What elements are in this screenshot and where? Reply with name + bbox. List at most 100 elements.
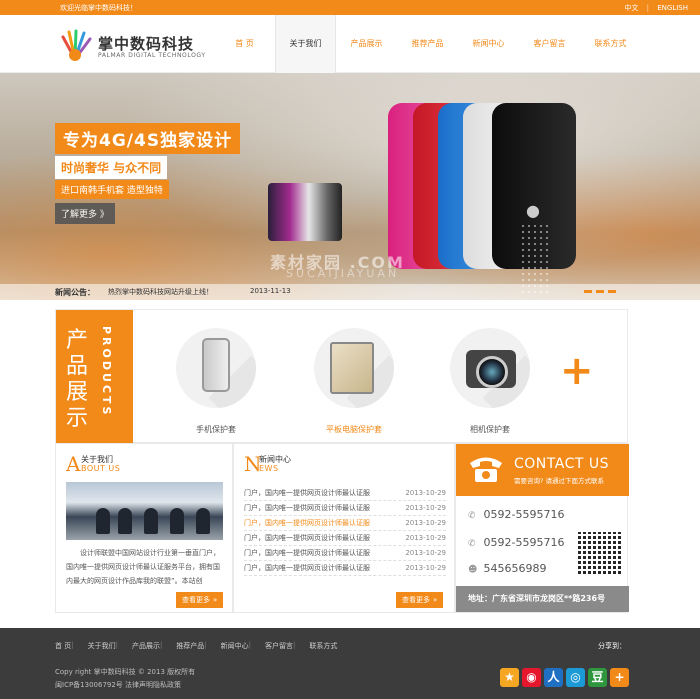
renren-icon[interactable]: 人	[544, 668, 563, 687]
banner-tagline: 进口南韩手机套 造型独特	[55, 180, 169, 199]
nav-about[interactable]: 关于我们	[275, 15, 336, 73]
phone-icon	[202, 338, 230, 392]
product-item[interactable]: 手机保护套	[156, 320, 276, 440]
list-item[interactable]: 门户，国内唯一提供网页设计师最认证服 2013-10-29	[244, 531, 446, 546]
news-title[interactable]: 门户，国内唯一提供网页设计师最认证服	[244, 549, 370, 557]
about-more-button[interactable]: 查看更多»	[176, 592, 224, 608]
main-nav: 首 页 关于我们 产品展示 推荐产品 新闻中心 客户留言 联系方式	[214, 15, 641, 73]
footer-separator: |	[293, 641, 296, 649]
banner-title: 专为4G/4S独家设计	[55, 123, 241, 154]
hero-banner[interactable]: ● 专为4G/4S独家设计 时尚奢华 与众不同 进口南韩手机套 造型独特 了解更…	[0, 73, 700, 300]
tablet-icon	[330, 342, 374, 394]
share-label: 分享到：	[598, 642, 626, 650]
footer-nav-contact[interactable]: 联系方式	[309, 641, 337, 651]
about-text: 设计师联盟中国网站设计行业第一垂直门户，国内唯一提供网页设计师最认证服务平台，拥…	[66, 549, 220, 585]
ticker-label: 新闻公告：	[55, 288, 95, 297]
news-more-button[interactable]: 查看更多»	[396, 592, 444, 608]
list-item[interactable]: 门户，国内唯一提供网页设计师最认证服 2013-10-29	[244, 516, 446, 531]
lang-en-link[interactable]: ENGLISH	[657, 4, 688, 12]
nav-contact[interactable]: 联系方式	[580, 15, 641, 73]
ticker-link[interactable]: 热烈掌中数码科技网站升级上线！	[108, 287, 213, 297]
contact-section: CONTACT US 需要咨询? 请通过下面方式联系 ✆ 0592-559571…	[455, 443, 629, 613]
footer-nav-news[interactable]: 新闻中心	[221, 641, 249, 651]
brand-name-en: PALMAR DIGITAL TECHNOLOGY	[98, 52, 206, 59]
rhinestone-pattern	[520, 223, 550, 293]
footer-separator: |	[204, 641, 207, 649]
nav-home[interactable]: 首 页	[214, 15, 275, 73]
contact-phone-2: 0592-5595716	[483, 536, 565, 549]
lang-separator: |	[646, 4, 649, 12]
phone-icon: ✆	[468, 539, 476, 549]
logo-icon[interactable]	[58, 29, 92, 61]
list-item[interactable]: 门户，国内唯一提供网页设计师最认证服 2013-10-29	[244, 561, 446, 576]
news-title[interactable]: 门户，国内唯一提供网页设计师最认证服	[244, 504, 370, 512]
contact-qq-row: ☻ 545656989	[468, 562, 547, 575]
tencent-weibo-icon[interactable]: ◎	[566, 668, 585, 687]
brand-name: 掌中数码科技	[98, 35, 195, 53]
contact-address: 地址：广东省深圳市龙岗区**路236号	[456, 586, 629, 612]
more-products-plus-icon[interactable]: +	[560, 348, 594, 394]
footer-nav-products[interactable]: 产品展示	[132, 641, 160, 651]
nav-products[interactable]: 产品展示	[336, 15, 397, 73]
news-more-label: 查看更多	[402, 596, 430, 604]
qzone-icon[interactable]: ★	[500, 668, 519, 687]
ticker-date: 2013-11-13	[250, 287, 291, 295]
slide-dot[interactable]	[608, 290, 616, 293]
banner-learn-more-button[interactable]: 了解更多 》	[55, 203, 115, 224]
slide-dot[interactable]	[596, 290, 604, 293]
news-title[interactable]: 门户，国内唯一提供网页设计师最认证服	[244, 489, 370, 497]
nav-recommended[interactable]: 推荐产品	[397, 15, 458, 73]
about-heading-letter: A	[66, 452, 81, 476]
footer-separator: |	[159, 641, 163, 649]
chevron-right-icon: »	[433, 596, 438, 604]
news-date: 2013-10-29	[405, 504, 446, 512]
product-item[interactable]: 相机保护套	[430, 320, 550, 440]
footer-copyright: Copy right 掌中数码科技 © 2013 版权所有 闽ICP备13006…	[55, 666, 195, 692]
about-section: A 关于我们 BOUT US 设计师联盟中国网站设计行业第一垂直门户，国内唯一提…	[55, 443, 233, 613]
weibo-icon[interactable]: ◉	[522, 668, 541, 687]
product-item[interactable]: 平板电脑保护套	[294, 320, 414, 440]
products-label-cn: 产品展示	[66, 328, 91, 431]
footer-nav-about[interactable]: 关于我们	[88, 641, 116, 651]
footer-nav-recommended[interactable]: 推荐产品	[176, 641, 204, 651]
slide-dot[interactable]	[584, 290, 592, 293]
news-date: 2013-10-29	[405, 534, 446, 542]
lang-cn-link[interactable]: 中文	[624, 4, 638, 12]
qr-code-icon	[578, 532, 622, 576]
footer-nav-guestbook[interactable]: 客户留言	[265, 641, 293, 651]
contact-header: CONTACT US 需要咨询? 请通过下面方式联系	[456, 444, 629, 496]
contact-title: CONTACT US	[514, 456, 609, 472]
chevron-right-icon: »	[213, 596, 218, 604]
contact-qq: 545656989	[483, 562, 547, 575]
footer-nav-home[interactable]: 首 页	[55, 641, 71, 651]
news-ticker: 新闻公告： 热烈掌中数码科技网站升级上线！ 2013-11-13	[0, 284, 700, 300]
news-heading-en: EWS	[259, 464, 279, 473]
banner-subtitle: 时尚奢华 与众不同	[55, 156, 168, 179]
icp-text[interactable]: 闽ICP备13006792号 法律声明隐私政策	[55, 679, 195, 692]
telephone-icon	[470, 457, 502, 482]
site-footer: 首 页 | 关于我们 | 产品展示 | 推荐产品 | 新闻中心 | 客户留言 | 联系方式 …	[0, 628, 700, 699]
more-share-icon[interactable]: +	[610, 668, 629, 687]
nav-news[interactable]: 新闻中心	[458, 15, 519, 73]
list-item[interactable]: 门户，国内唯一提供网页设计师最认证服 2013-10-29	[244, 486, 446, 501]
footer-separator: |	[115, 641, 118, 649]
douban-icon[interactable]: 豆	[588, 668, 607, 687]
nav-guestbook[interactable]: 客户留言	[519, 15, 580, 73]
contact-phone-row: ✆ 0592-5595716	[468, 536, 564, 549]
news-date: 2013-10-29	[405, 489, 446, 497]
news-title[interactable]: 门户，国内唯一提供网页设计师最认证服	[244, 534, 370, 542]
contact-subtitle: 需要咨询? 请通过下面方式联系	[514, 477, 605, 485]
news-title[interactable]: 门户，国内唯一提供网页设计师最认证服	[244, 564, 370, 572]
watermark-sub: SUCAIJIAYUAN	[286, 267, 400, 280]
product-name[interactable]: 平板电脑保护套	[294, 424, 414, 435]
list-item[interactable]: 门户，国内唯一提供网页设计师最认证服 2013-10-29	[244, 501, 446, 516]
about-heading-en: BOUT US	[81, 464, 121, 473]
products-label: 产品展示 PRODUCTS	[56, 310, 133, 444]
product-name[interactable]: 相机保护套	[430, 424, 550, 435]
qq-penguin-icon: ☻	[468, 565, 478, 575]
top-bar: 欢迎光临掌中数码科技！ 中文 | ENGLISH	[0, 0, 700, 15]
product-name[interactable]: 手机保护套	[156, 424, 276, 435]
news-date: 2013-10-29	[405, 549, 446, 557]
news-title[interactable]: 门户，国内唯一提供网页设计师最认证服	[244, 519, 370, 527]
list-item[interactable]: 门户，国内唯一提供网页设计师最认证服 2013-10-29	[244, 546, 446, 561]
